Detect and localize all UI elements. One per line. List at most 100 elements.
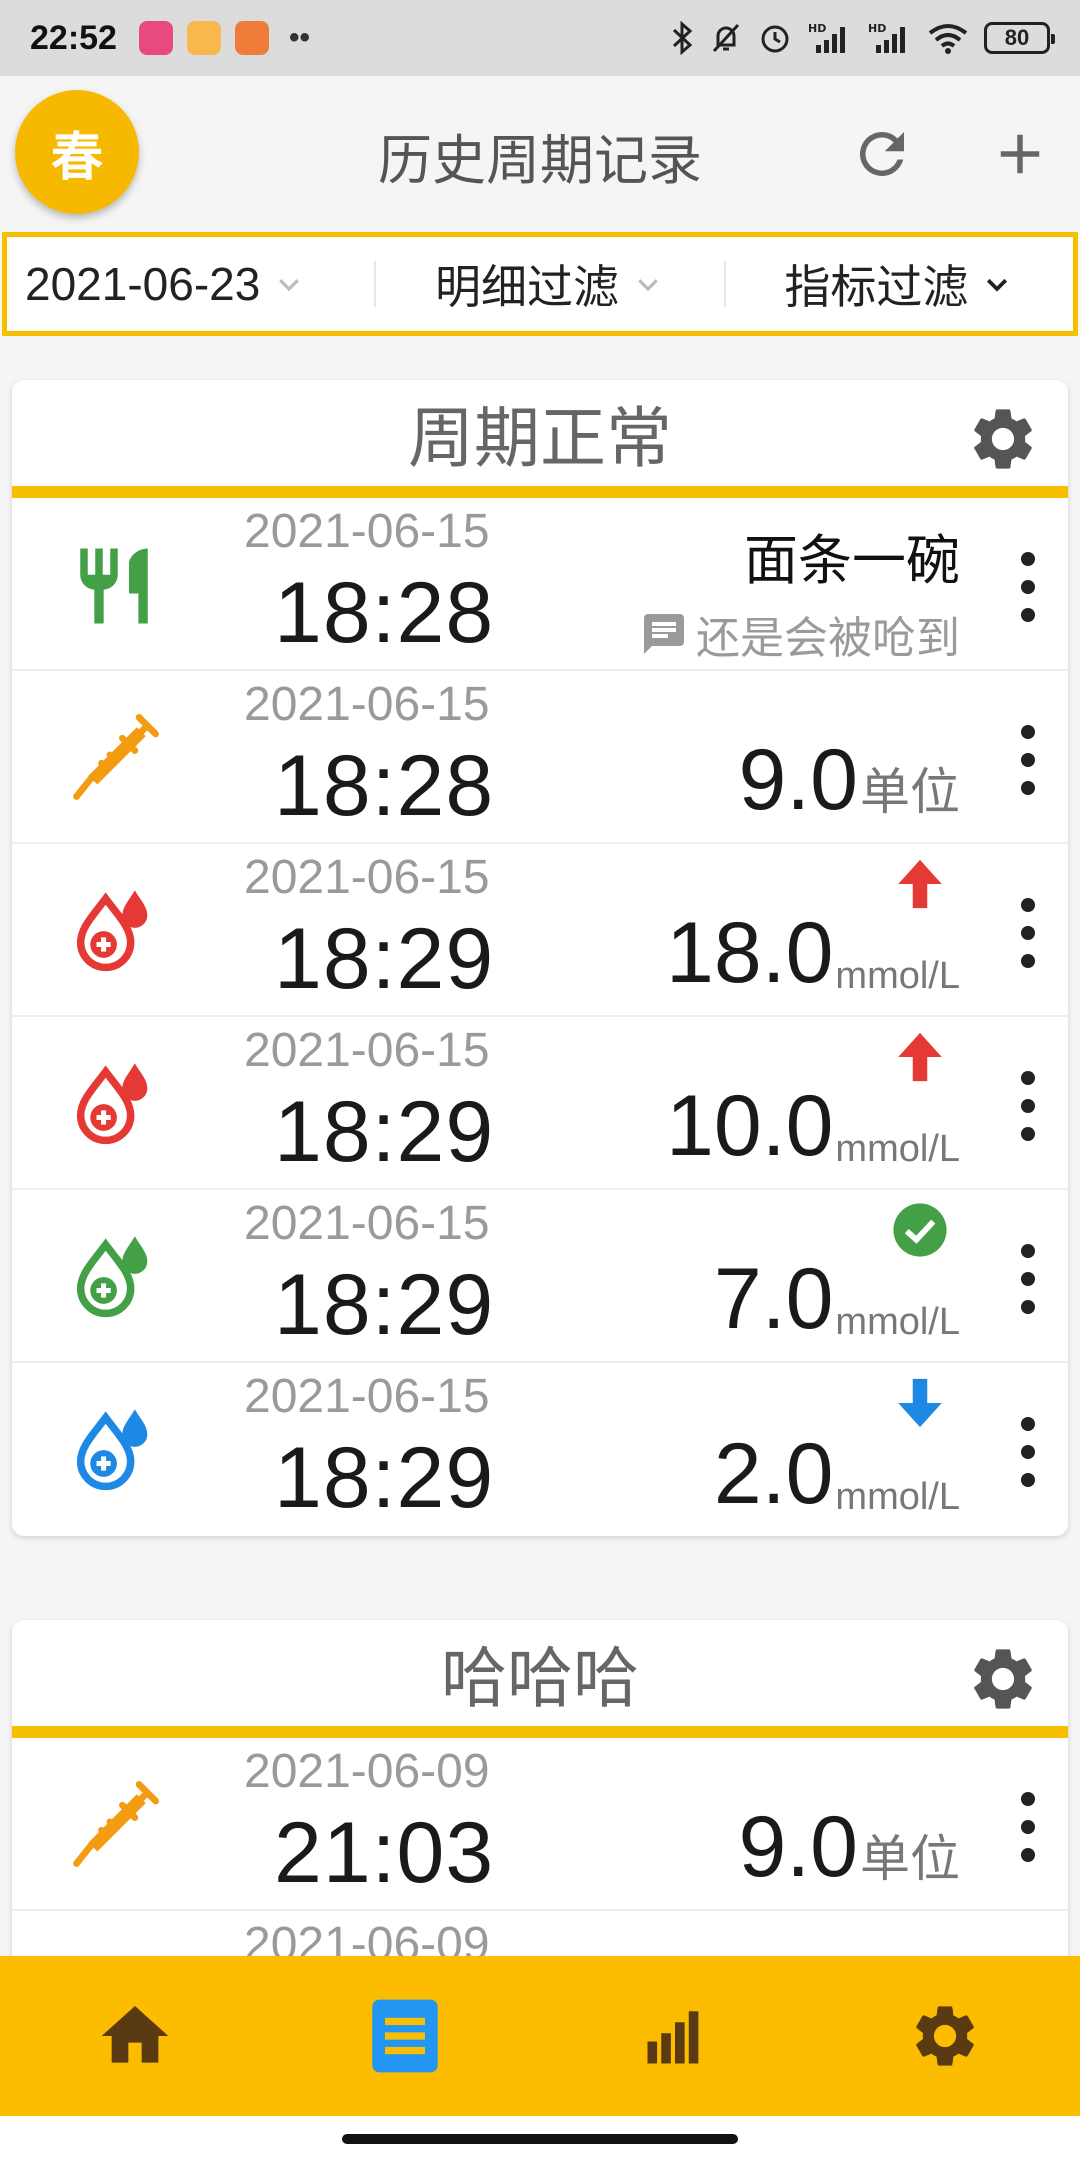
record-note: 还是会被呛到 (640, 602, 960, 666)
blood-drop-icon (64, 1401, 164, 1501)
home-icon (101, 2006, 169, 2063)
chevron-down-icon (987, 278, 1008, 292)
gesture-bar[interactable] (342, 2134, 738, 2144)
battery-indicator: 80 (984, 22, 1055, 54)
record-unit: mmol/L (835, 1301, 960, 1343)
cycle-title: 周期正常 (408, 400, 672, 477)
record-row[interactable]: 2021-06-09 21:03 9.0 单位 (12, 1738, 1068, 1911)
blood-drop-icon (64, 1228, 164, 1328)
add-icon (1000, 134, 1040, 174)
record-value: 2.0 (713, 1426, 834, 1522)
more-options-icon[interactable] (1016, 1244, 1040, 1314)
record-row[interactable]: 2021-06-15 18:29 2.0 mmol/L (12, 1363, 1068, 1536)
gear-icon (916, 2006, 974, 2066)
record-time: 18:29 (274, 911, 495, 1007)
refresh-button[interactable] (842, 114, 922, 194)
record-row[interactable]: 2021-06-15 18:28 9.0 单位 (12, 671, 1068, 844)
record-row[interactable]: 2021-06-15 18:29 18.0 mmol/L (12, 844, 1068, 1017)
status-bar: 22:52 •• HD HD 80 (0, 0, 1080, 76)
detail-filter-dropdown[interactable]: 明细过滤 (374, 237, 723, 331)
record-unit: mmol/L (835, 1476, 960, 1518)
filter-bar: 2021-06-23 明细过滤 指标过滤 (2, 232, 1078, 336)
blood-drop-icon (64, 1055, 164, 1155)
cycle-card-header: 哈哈哈 (12, 1620, 1068, 1738)
app-notification-icon (186, 21, 221, 55)
more-notifications-icon: •• (288, 21, 310, 54)
record-unit: 单位 (860, 1831, 960, 1887)
battery-level: 80 (1004, 25, 1030, 50)
metric-filter-dropdown[interactable]: 指标过滤 (723, 237, 1073, 331)
alarm-icon (761, 25, 789, 53)
record-value-group: 9.0 单位 (738, 1798, 960, 1897)
record-time: 18:28 (274, 565, 495, 661)
record-time: 18:28 (274, 738, 495, 834)
metric-filter-label: 指标过滤 (784, 261, 969, 313)
record-unit: 单位 (860, 764, 960, 820)
syringe-icon (64, 709, 164, 809)
record-value: 7.0 (713, 1251, 834, 1347)
nav-home[interactable] (85, 1986, 185, 2086)
record-time: 18:29 (274, 1430, 495, 1526)
record-value-group: 9.0 单位 (738, 731, 960, 830)
nav-settings[interactable] (895, 1986, 995, 2086)
app-notification-icon (234, 21, 269, 55)
chart-icon (647, 2011, 699, 2064)
record-value-group: 18.0 mmol/L (666, 904, 960, 1003)
nav-records[interactable] (355, 1986, 455, 2086)
app-notification-icon (138, 21, 173, 55)
gear-icon[interactable] (966, 1642, 1040, 1716)
record-row[interactable]: 2021-06-15 18:29 7.0 mmol/L (12, 1190, 1068, 1363)
record-time: 21:03 (274, 1805, 495, 1901)
record-date: 2021-06-15 (244, 851, 490, 904)
date-filter-value: 2021-06-23 (25, 258, 261, 310)
detail-filter-label: 明细过滤 (434, 261, 619, 313)
blood-drop-icon (64, 882, 164, 982)
record-unit: mmol/L (835, 955, 960, 997)
more-options-icon[interactable] (1016, 1071, 1040, 1141)
record-value-group: 2.0 mmol/L (714, 1425, 960, 1524)
add-button[interactable] (980, 114, 1060, 194)
record-value-group: 10.0 mmol/L (666, 1077, 960, 1176)
bottom-navigation (0, 1956, 1080, 2116)
arrow-down-icon (890, 1373, 950, 1433)
record-date: 2021-06-09 (244, 1745, 490, 1798)
record-value: 9.0 (738, 732, 858, 828)
wifi-icon (928, 24, 968, 54)
more-options-icon[interactable] (1016, 898, 1040, 968)
record-date: 2021-06-15 (244, 1370, 490, 1423)
signal-hd-icon: HD (808, 22, 845, 53)
record-value: 10.0 (666, 1078, 834, 1174)
record-date: 2021-06-15 (244, 1024, 490, 1077)
record-row[interactable]: 2021-06-09 (12, 1911, 1068, 1960)
record-value: 18.0 (666, 905, 834, 1001)
record-row[interactable]: 2021-06-15 18:29 10.0 mmol/L (12, 1017, 1068, 1190)
chevron-down-icon (279, 279, 300, 292)
food-icon (64, 536, 164, 636)
date-filter-dropdown[interactable]: 2021-06-23 (7, 237, 374, 331)
food-name: 面条一碗 (744, 529, 960, 592)
svg-text:HD: HD (808, 22, 826, 35)
cycle-title: 哈哈哈 (441, 1640, 639, 1717)
refresh-icon (859, 131, 904, 176)
more-options-icon[interactable] (1016, 725, 1040, 795)
bluetooth-icon (672, 21, 693, 55)
app-bar: 春 历史周期记录 (0, 76, 1080, 236)
record-date: 2021-06-09 (244, 1918, 490, 1960)
chevron-down-icon (638, 279, 658, 292)
comment-icon (644, 614, 684, 654)
syringe-icon (64, 1776, 164, 1876)
cycle-card: 周期正常 2021-06-15 18:28 面条一碗 还是会被呛到 2021-0… (12, 380, 1068, 1536)
nav-stats[interactable] (625, 1986, 725, 2086)
bell-off-icon (712, 23, 740, 53)
record-time: 18:29 (274, 1084, 495, 1180)
cycle-card-header: 周期正常 (12, 380, 1068, 498)
list-icon (372, 1999, 438, 2073)
gear-icon[interactable] (966, 402, 1040, 476)
status-time: 22:52 (30, 18, 117, 57)
more-options-icon[interactable] (1016, 1792, 1040, 1862)
more-options-icon[interactable] (1016, 1417, 1040, 1487)
record-date: 2021-06-15 (244, 505, 490, 558)
more-options-icon[interactable] (1016, 552, 1040, 622)
record-row[interactable]: 2021-06-15 18:28 面条一碗 还是会被呛到 (12, 498, 1068, 671)
signal-hd-icon: HD (868, 22, 905, 53)
